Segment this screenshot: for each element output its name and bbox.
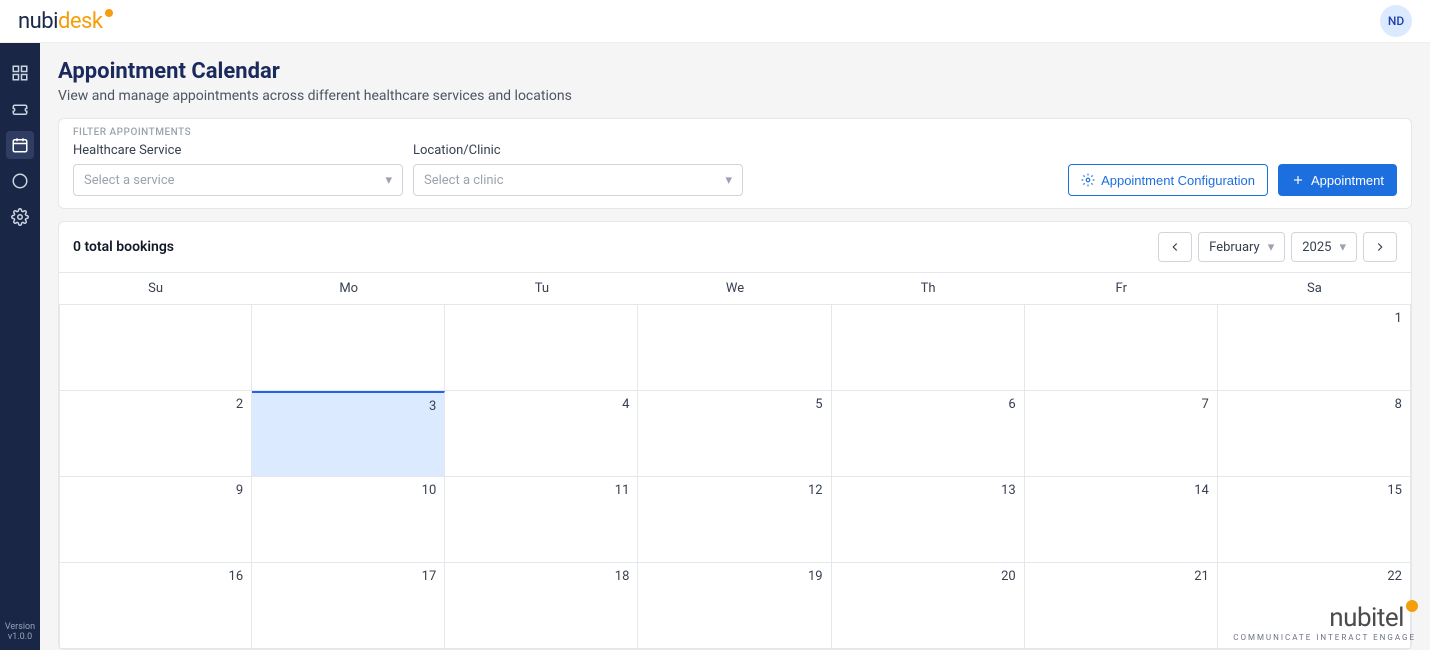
calendar-cell[interactable]: 2 bbox=[59, 391, 252, 477]
new-appointment-button[interactable]: Appointment bbox=[1278, 164, 1397, 196]
calendar-cell[interactable]: 10 bbox=[252, 477, 445, 563]
sidebar-item-tickets[interactable] bbox=[6, 95, 34, 123]
gear-icon bbox=[11, 208, 29, 226]
calendar-cell[interactable]: 1 bbox=[1218, 305, 1411, 391]
filter-legend: FILTER APPOINTMENTS bbox=[73, 127, 191, 138]
chevron-right-icon bbox=[1373, 240, 1387, 254]
calendar-day-header: Mo bbox=[252, 273, 445, 305]
page-title: Appointment Calendar bbox=[58, 59, 1412, 84]
calendar-cell bbox=[445, 305, 638, 391]
calendar-cell bbox=[1025, 305, 1218, 391]
calendar-day-header: Su bbox=[59, 273, 252, 305]
month-select[interactable]: February ▾ bbox=[1198, 232, 1285, 262]
month-value: February bbox=[1209, 240, 1260, 255]
prev-month-button[interactable] bbox=[1158, 232, 1192, 262]
calendar-cell[interactable]: 6 bbox=[832, 391, 1025, 477]
gear-icon bbox=[1081, 173, 1095, 187]
clinic-label: Location/Clinic bbox=[413, 143, 743, 158]
calendar-day-header: We bbox=[638, 273, 831, 305]
calendar-cell bbox=[832, 305, 1025, 391]
calendar-cell[interactable]: 19 bbox=[638, 563, 831, 649]
ticket-icon bbox=[11, 100, 29, 118]
chevron-down-icon: ▾ bbox=[1268, 240, 1275, 255]
calendar-cell[interactable]: 21 bbox=[1025, 563, 1218, 649]
calendar-cell[interactable]: 18 bbox=[445, 563, 638, 649]
new-button-label: Appointment bbox=[1311, 173, 1384, 188]
calendar-cell[interactable]: 13 bbox=[832, 477, 1025, 563]
calendar-cell[interactable]: 4 bbox=[445, 391, 638, 477]
calendar-grid: SuMoTuWeThFrSa12345678910111213141516171… bbox=[59, 272, 1411, 649]
calendar-day-header: Sa bbox=[1218, 273, 1411, 305]
version-label: Version v1.0.0 bbox=[0, 622, 40, 642]
topbar: nubidesk ND bbox=[0, 0, 1430, 43]
calendar-card: 0 total bookings February ▾ 2025 ▾ bbox=[58, 221, 1412, 650]
circle-icon bbox=[11, 172, 29, 190]
calendar-cell bbox=[59, 305, 252, 391]
sidebar-item-calendar[interactable] bbox=[6, 131, 34, 159]
bookings-count: 0 total bookings bbox=[73, 239, 174, 255]
service-label: Healthcare Service bbox=[73, 143, 403, 158]
next-month-button[interactable] bbox=[1363, 232, 1397, 262]
calendar-cell[interactable]: 11 bbox=[445, 477, 638, 563]
config-button-label: Appointment Configuration bbox=[1101, 173, 1255, 188]
calendar-day-header: Fr bbox=[1025, 273, 1218, 305]
sidebar-item-loading[interactable] bbox=[6, 167, 34, 195]
sidebar-item-settings[interactable] bbox=[6, 203, 34, 231]
year-value: 2025 bbox=[1302, 240, 1331, 255]
page-subtitle: View and manage appointments across diff… bbox=[58, 88, 1412, 104]
appointment-config-button[interactable]: Appointment Configuration bbox=[1068, 164, 1268, 196]
chevron-down-icon: ▾ bbox=[385, 173, 392, 188]
chevron-down-icon: ▾ bbox=[1339, 240, 1346, 255]
clinic-placeholder: Select a clinic bbox=[424, 173, 504, 188]
brand-logo: nubidesk bbox=[18, 9, 111, 34]
calendar-cell[interactable]: 9 bbox=[59, 477, 252, 563]
plus-icon bbox=[1291, 173, 1305, 187]
calendar-cell[interactable]: 14 bbox=[1025, 477, 1218, 563]
footer-brand: nubitel COMMUNICATE INTERACT ENGAGE bbox=[1233, 603, 1416, 642]
calendar-cell[interactable]: 7 bbox=[1025, 391, 1218, 477]
calendar-cell[interactable]: 17 bbox=[252, 563, 445, 649]
calendar-day-header: Th bbox=[832, 273, 1025, 305]
calendar-icon bbox=[11, 136, 29, 154]
filter-card: FILTER APPOINTMENTS Healthcare Service S… bbox=[58, 118, 1412, 209]
sidebar-item-dashboard[interactable] bbox=[6, 59, 34, 87]
grid-icon bbox=[11, 64, 29, 82]
calendar-cell[interactable]: 20 bbox=[832, 563, 1025, 649]
calendar-cell[interactable]: 3 bbox=[252, 391, 445, 477]
logo-dot-icon bbox=[1406, 600, 1418, 612]
calendar-cell bbox=[638, 305, 831, 391]
chevron-left-icon bbox=[1168, 240, 1182, 254]
chevron-down-icon: ▾ bbox=[725, 173, 732, 188]
calendar-cell[interactable]: 5 bbox=[638, 391, 831, 477]
calendar-cell[interactable]: 16 bbox=[59, 563, 252, 649]
clinic-select[interactable]: Select a clinic ▾ bbox=[413, 164, 743, 196]
main-content: Appointment Calendar View and manage app… bbox=[40, 43, 1430, 650]
calendar-cell[interactable]: 12 bbox=[638, 477, 831, 563]
year-select[interactable]: 2025 ▾ bbox=[1291, 232, 1357, 262]
logo-dot-icon bbox=[105, 9, 113, 17]
sidebar: Version v1.0.0 bbox=[0, 43, 40, 650]
user-avatar[interactable]: ND bbox=[1380, 5, 1412, 37]
calendar-cell[interactable]: 8 bbox=[1218, 391, 1411, 477]
calendar-cell[interactable]: 15 bbox=[1218, 477, 1411, 563]
service-placeholder: Select a service bbox=[84, 173, 175, 188]
service-select[interactable]: Select a service ▾ bbox=[73, 164, 403, 196]
calendar-day-header: Tu bbox=[445, 273, 638, 305]
calendar-cell bbox=[252, 305, 445, 391]
